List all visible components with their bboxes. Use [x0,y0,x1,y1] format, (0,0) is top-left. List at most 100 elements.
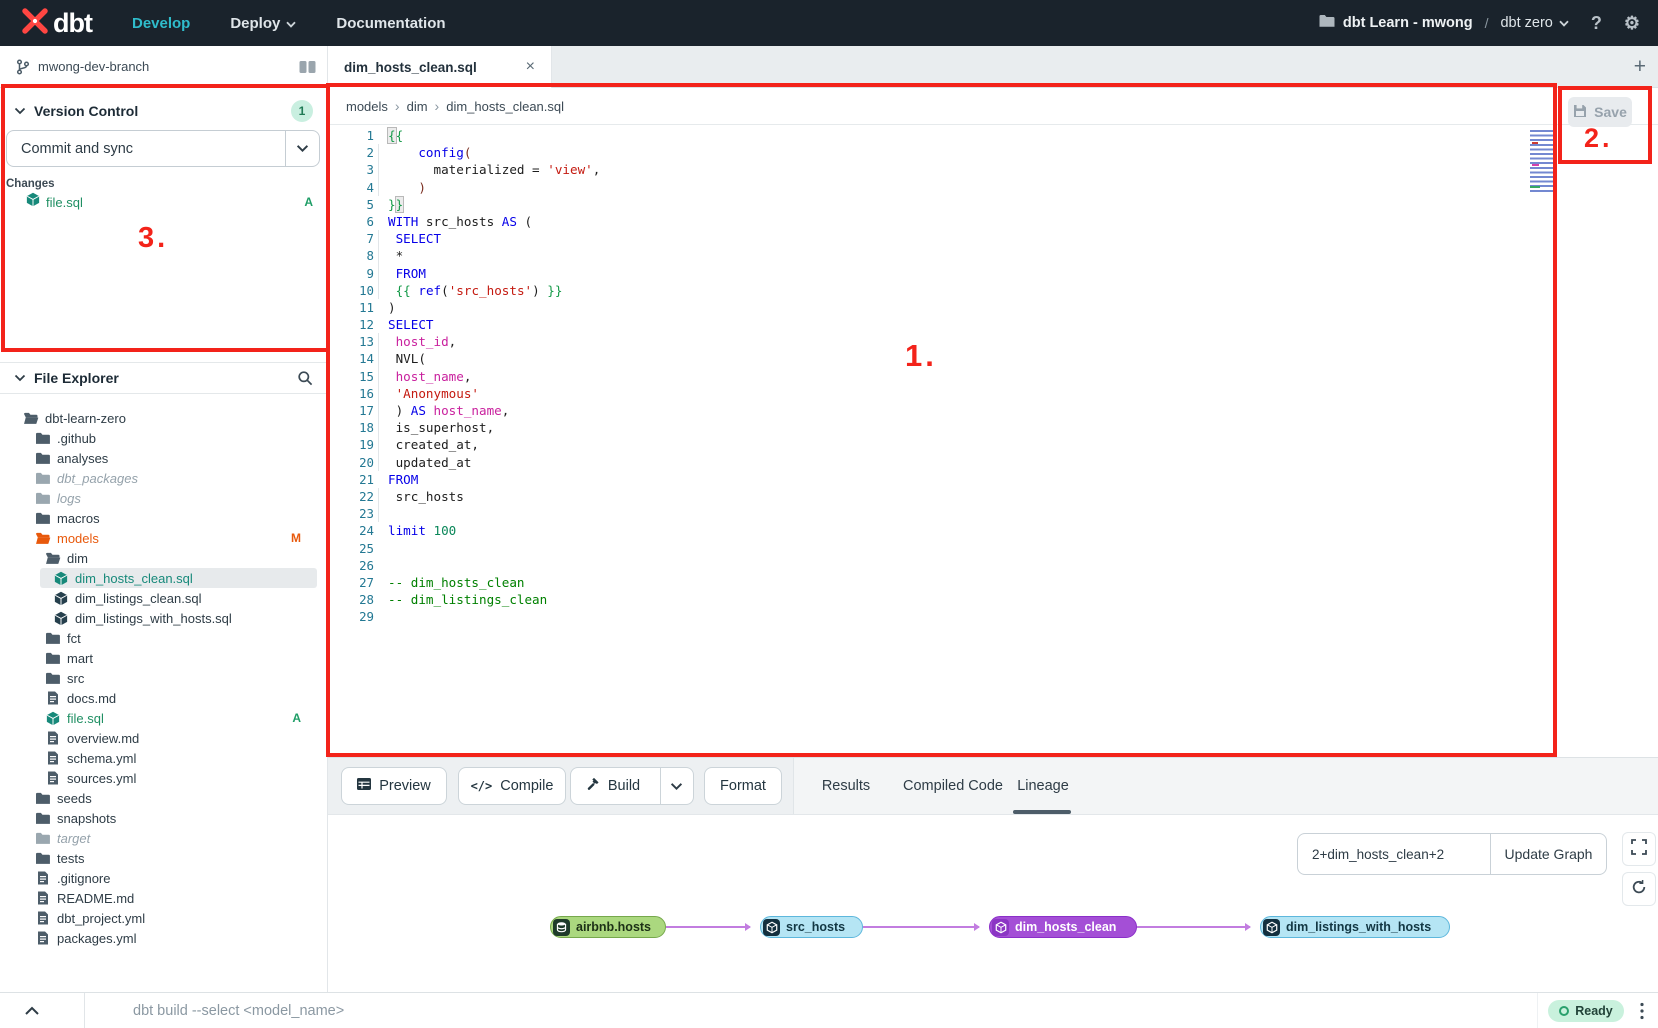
changed-file-row[interactable]: file.sql A [0,192,327,212]
tree-item-file-sql[interactable]: file.sqlA [0,708,327,728]
format-button[interactable]: Format [704,767,782,805]
nav-develop[interactable]: Develop [132,15,190,32]
code-line-17[interactable]: 17 ) AS host_name, [328,402,1658,419]
code-line-8[interactable]: 8 * [328,247,1658,264]
tree-item-models[interactable]: modelsM [0,528,327,548]
fullscreen-button[interactable] [1622,832,1656,866]
code-line-19[interactable]: 19 created_at, [328,436,1658,453]
tree-item-fct[interactable]: fct [0,628,327,648]
tab-dim-hosts-clean[interactable]: dim_hosts_clean.sql × [328,46,552,88]
code-line-16[interactable]: 16 'Anonymous' [328,385,1658,402]
tree-item-analyses[interactable]: analyses [0,448,327,468]
preview-button[interactable]: Preview [341,767,447,805]
tree-item-seeds[interactable]: seeds [0,788,327,808]
update-graph-button[interactable]: Update Graph [1490,834,1606,874]
build-options-caret[interactable] [660,768,691,804]
dbt-logo[interactable]: dbt [20,6,92,41]
minimap[interactable] [1530,130,1556,194]
tree-item--gitignore[interactable]: .gitignore [0,868,327,888]
version-control-header[interactable]: Version Control 1 [0,96,327,126]
code-line-10[interactable]: 10 {{ ref('src_hosts') }} [328,282,1658,299]
tree-item-dbt-packages[interactable]: dbt_packages [0,468,327,488]
tree-item-target[interactable]: target [0,828,327,848]
tree-item-mart[interactable]: mart [0,648,327,668]
tree-item-packages-yml[interactable]: packages.yml [0,928,327,948]
new-tab-button[interactable]: + [1634,46,1646,88]
commit-and-sync-button[interactable]: Commit and sync [6,130,320,167]
help-icon[interactable]: ? [1591,13,1602,34]
kebab-menu-icon[interactable] [1640,1002,1644,1020]
nav-documentation[interactable]: Documentation [336,15,445,32]
environment-selector[interactable]: dbt zero [1500,15,1568,31]
breadcrumb-file[interactable]: dim_hosts_clean.sql [446,99,564,114]
tree-item-overview-md[interactable]: overview.md [0,728,327,748]
tree-item-logs[interactable]: logs [0,488,327,508]
commit-options-caret[interactable] [285,131,319,166]
lineage-node-src-hosts[interactable]: src_hosts [760,916,863,938]
code-line-13[interactable]: 13 host_id, [328,333,1658,350]
tree-item-macros[interactable]: macros [0,508,327,528]
code-line-25[interactable]: 25 [328,540,1658,557]
code-line-6[interactable]: 6WITH src_hosts AS ( [328,213,1658,230]
compile-button[interactable]: </> Compile [458,767,566,805]
tree-item-sources-yml[interactable]: sources.yml [0,768,327,788]
code-line-2[interactable]: 2 config( [328,144,1658,161]
lineage-node-dim-hosts-clean[interactable]: dim_hosts_clean [989,916,1137,938]
close-icon[interactable]: × [526,58,535,76]
lineage-node-airbnb-hosts[interactable]: airbnb.hosts [550,916,666,938]
command-input[interactable]: dbt build --select <model_name> [133,1003,344,1019]
nav-deploy[interactable]: Deploy [230,15,296,32]
save-button[interactable]: Save [1568,97,1632,127]
build-button[interactable]: Build [570,767,694,805]
tree-item-dbt-learn-zero[interactable]: dbt-learn-zero [0,408,327,428]
code-line-15[interactable]: 15 host_name, [328,368,1658,385]
breadcrumb-dim[interactable]: dim [407,99,428,114]
breadcrumb-models[interactable]: models [346,99,388,114]
tab-compiled-code[interactable]: Compiled Code [898,778,1008,794]
code-line-22[interactable]: 22 src_hosts [328,488,1658,505]
tree-item-readme-md[interactable]: README.md [0,888,327,908]
code-line-7[interactable]: 7 SELECT [328,230,1658,247]
reset-view-button[interactable] [1622,872,1656,906]
tab-results[interactable]: Results [816,778,876,794]
search-icon[interactable] [297,370,313,386]
code-line-14[interactable]: 14 NVL( [328,350,1658,367]
code-line-20[interactable]: 20 updated_at [328,454,1658,471]
code-line-18[interactable]: 18 is_superhost, [328,419,1658,436]
tree-item-snapshots[interactable]: snapshots [0,808,327,828]
tree-item-src[interactable]: src [0,668,327,688]
code-line-28[interactable]: 28-- dim_listings_clean [328,591,1658,608]
code-line-29[interactable]: 29 [328,608,1658,625]
code-line-21[interactable]: 21FROM [328,471,1658,488]
file-explorer-header[interactable]: File Explorer [0,362,327,394]
tree-item--github[interactable]: .github [0,428,327,448]
tree-item-dim-listings-clean-sql[interactable]: dim_listings_clean.sql [0,588,327,608]
code-line-11[interactable]: 11) [328,299,1658,316]
project-name[interactable]: dbt Learn - mwong [1343,15,1473,31]
code-line-1[interactable]: 1{{ [328,127,1658,144]
code-line-24[interactable]: 24limit 100 [328,522,1658,539]
code-area[interactable]: 1{{2 config(3 materialized = 'view',4 )5… [328,127,1658,625]
lineage-node-dim-listings-with-hosts[interactable]: dim_listings_with_hosts [1260,916,1450,938]
code-line-4[interactable]: 4 ) [328,179,1658,196]
code-line-9[interactable]: 9 FROM [328,265,1658,282]
tree-item-tests[interactable]: tests [0,848,327,868]
tree-item-dim[interactable]: dim [0,548,327,568]
tree-item-dim-listings-with-hosts-sql[interactable]: dim_listings_with_hosts.sql [0,608,327,628]
chevron-up-icon[interactable] [24,1006,40,1016]
tree-item-dbt-project-yml[interactable]: dbt_project.yml [0,908,327,928]
tab-lineage[interactable]: Lineage [1016,778,1070,794]
lineage-selector-input[interactable]: 2+dim_hosts_clean+2 [1298,834,1490,874]
code-line-5[interactable]: 5}} [328,196,1658,213]
branch-name[interactable]: mwong-dev-branch [38,59,149,74]
tree-item-dim-hosts-clean-sql[interactable]: dim_hosts_clean.sql [0,568,327,588]
tree-item-schema-yml[interactable]: schema.yml [0,748,327,768]
code-line-12[interactable]: 12SELECT [328,316,1658,333]
docs-book-icon[interactable] [298,60,317,74]
gear-icon[interactable]: ⚙ [1624,13,1640,34]
code-line-26[interactable]: 26 [328,557,1658,574]
code-line-3[interactable]: 3 materialized = 'view', [328,161,1658,178]
code-line-27[interactable]: 27-- dim_hosts_clean [328,574,1658,591]
tree-item-docs-md[interactable]: docs.md [0,688,327,708]
code-line-23[interactable]: 23 [328,505,1658,522]
